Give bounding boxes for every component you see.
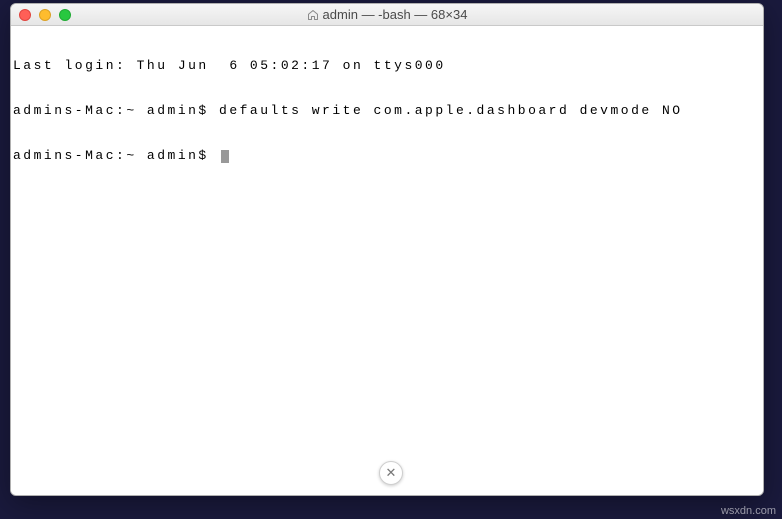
close-overlay-button[interactable]: ✕: [379, 461, 403, 485]
close-window-button[interactable]: [19, 9, 31, 21]
terminal-body[interactable]: Last login: Thu Jun 6 05:02:17 on ttys00…: [11, 26, 763, 495]
terminal-prompt: admins-Mac:~ admin$: [13, 148, 219, 163]
zoom-window-button[interactable]: [59, 9, 71, 21]
watermark: wsxdn.com: [721, 505, 776, 517]
titlebar[interactable]: admin — -bash — 68×34: [11, 4, 763, 26]
minimize-window-button[interactable]: [39, 9, 51, 21]
cursor: [221, 150, 229, 163]
terminal-window: admin — -bash — 68×34 Last login: Thu Ju…: [10, 3, 764, 496]
home-icon: [307, 9, 319, 21]
terminal-line: admins-Mac:~ admin$ defaults write com.a…: [13, 103, 761, 118]
traffic-lights: [11, 9, 71, 21]
window-title: admin — -bash — 68×34: [323, 7, 468, 22]
terminal-line: Last login: Thu Jun 6 05:02:17 on ttys00…: [13, 58, 761, 73]
window-title-wrap: admin — -bash — 68×34: [11, 7, 763, 22]
terminal-prompt-line: admins-Mac:~ admin$: [13, 148, 761, 163]
close-icon: ✕: [386, 465, 397, 481]
